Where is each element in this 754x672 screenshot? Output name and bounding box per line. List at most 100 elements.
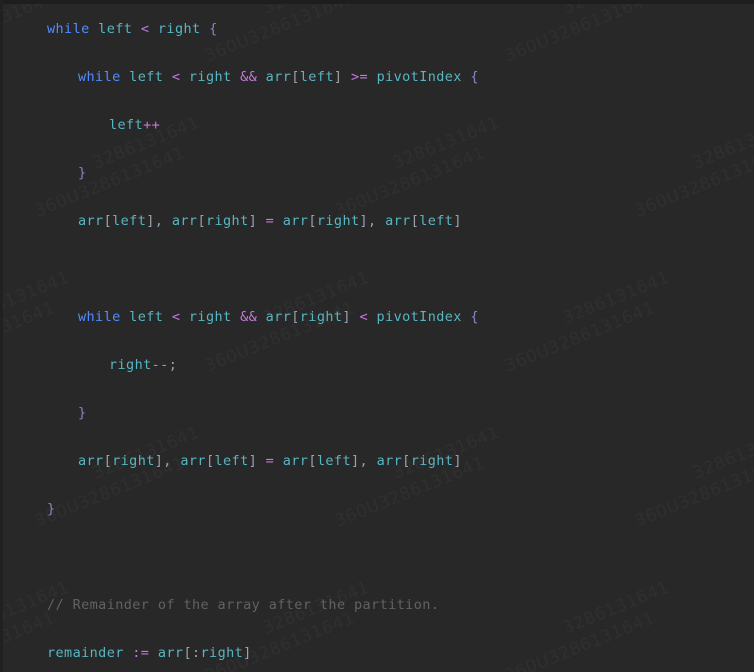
code-token-id: left (316, 453, 351, 469)
code-token-id: left (214, 453, 249, 469)
code-token-op: = (265, 453, 275, 469)
code-token-punc (257, 213, 266, 229)
code-token-punc: [ (197, 213, 206, 229)
code-token-brace: } (47, 501, 56, 517)
code-token-id: right (299, 309, 343, 325)
code-token-punc: [ (308, 453, 317, 469)
top-edge-strip (0, 0, 754, 4)
code-token-kw: while (47, 21, 90, 37)
code-token-punc (180, 69, 189, 85)
code-token-id: arr (282, 453, 309, 469)
code-token-id: right (205, 213, 249, 229)
code-token-id: arr (171, 213, 198, 229)
code-token-punc: ] (248, 453, 258, 469)
code-token-punc: [ (183, 645, 192, 661)
code-line[interactable]: } (0, 498, 754, 546)
code-line[interactable]: // Remainder of the array after the part… (0, 594, 754, 642)
code-token-id: arr (385, 213, 411, 229)
code-token-punc: ] (146, 213, 155, 229)
code-line[interactable]: arr[left], arr[right] = arr[right], arr[… (0, 210, 754, 258)
code-token-id: left (419, 213, 454, 229)
code-token-op: ++ (143, 117, 161, 133)
code-token-id: right (157, 21, 201, 37)
code-token-punc (121, 69, 130, 85)
code-token-id: arr (265, 309, 292, 325)
code-token-punc: , (163, 453, 181, 469)
code-token-id: arr (265, 69, 292, 85)
code-token-id: pivotIndex (376, 309, 462, 325)
code-token-cmt: // Remainder of the array after the part… (47, 597, 440, 613)
code-token-id: right (188, 69, 232, 85)
code-token-op: = (265, 213, 275, 229)
code-line[interactable]: arr[right], arr[left] = arr[left], arr[r… (0, 450, 754, 498)
code-token-op: < (359, 309, 369, 325)
code-line[interactable]: right--; (0, 354, 754, 402)
code-line[interactable]: while left < right && arr[right] < pivot… (0, 306, 754, 354)
code-line[interactable]: } (0, 162, 754, 210)
code-token-id: arr (78, 213, 104, 229)
code-token-id: right (200, 645, 244, 661)
code-token-punc: , (359, 453, 377, 469)
code-token-id: left (129, 309, 164, 325)
code-token-id: right (316, 213, 360, 229)
code-token-id: arr (78, 453, 104, 469)
code-token-id: left (98, 21, 133, 37)
code-token-punc (274, 453, 283, 469)
code-token-punc: [ (103, 213, 113, 229)
code-token-op: := (132, 645, 150, 661)
code-token-op: && (240, 309, 258, 325)
code-token-brace: { (470, 309, 479, 325)
code-token-id: left (109, 117, 144, 133)
code-token-punc: , (154, 213, 172, 229)
code-token-id: arr (157, 645, 184, 661)
code-line[interactable]: } (0, 402, 754, 450)
code-token-punc: ] (248, 213, 258, 229)
code-token-punc (132, 21, 141, 37)
code-token-punc: ] (359, 213, 369, 229)
code-token-brace: } (78, 405, 87, 421)
code-token-brace: { (470, 69, 479, 85)
code-token-op: -- (151, 357, 169, 373)
code-token-id: right (410, 453, 454, 469)
code-token-punc (257, 453, 266, 469)
code-token-punc: [ (402, 453, 411, 469)
code-token-id: right (112, 453, 155, 469)
code-token-punc: [ (291, 309, 300, 325)
code-token-id: left (112, 213, 147, 229)
code-token-punc: [ (103, 453, 113, 469)
code-token-id: left (299, 69, 334, 85)
code-token-punc (257, 69, 266, 85)
code-token-id: arr (376, 453, 403, 469)
code-token-punc: ] (243, 645, 252, 661)
code-token-punc (90, 21, 99, 37)
code-token-punc (163, 309, 172, 325)
code-token-punc (149, 645, 158, 661)
code-token-punc (342, 69, 351, 85)
code-token-id: right (188, 309, 232, 325)
code-token-id: left (129, 69, 164, 85)
code-line[interactable]: while left < right { (0, 18, 754, 66)
code-token-punc: [ (410, 213, 420, 229)
code-line[interactable]: remainder := arr[:right] (0, 642, 754, 672)
code-token-id: pivotIndex (376, 69, 462, 85)
code-screenshot: 3286131641360U32861316413286131641360U32… (0, 0, 754, 672)
code-token-punc: ] (453, 213, 462, 229)
code-block[interactable]: while left < right {while left < right &… (0, 0, 754, 672)
code-token-punc (180, 309, 189, 325)
code-token-punc: [ (308, 213, 317, 229)
code-token-punc (232, 69, 241, 85)
code-line[interactable] (0, 258, 754, 306)
code-token-punc: ] (453, 453, 462, 469)
code-token-punc: ; (168, 357, 178, 373)
code-line[interactable]: left++ (0, 114, 754, 162)
code-token-punc (257, 309, 266, 325)
code-token-punc: : (192, 645, 201, 661)
code-token-id: right (109, 357, 152, 373)
left-edge-strip (0, 0, 3, 672)
code-line[interactable] (0, 546, 754, 594)
code-token-punc (368, 309, 377, 325)
code-token-id: arr (282, 213, 309, 229)
code-token-punc (163, 69, 172, 85)
code-token-punc (201, 21, 210, 37)
code-line[interactable]: while left < right && arr[left] >= pivot… (0, 66, 754, 114)
